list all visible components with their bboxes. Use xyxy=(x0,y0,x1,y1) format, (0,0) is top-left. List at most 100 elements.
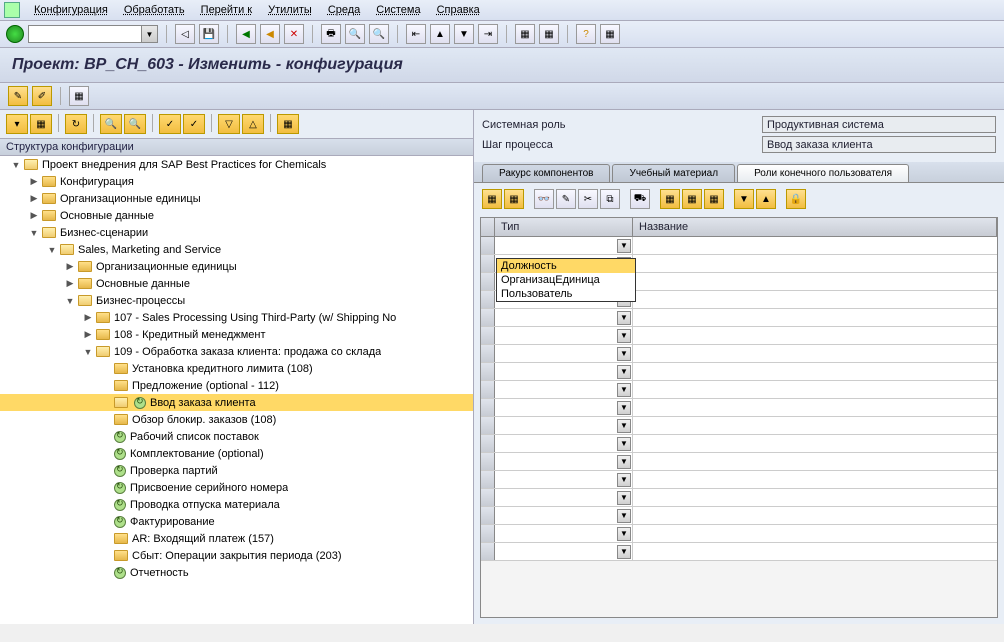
grid-row[interactable]: ▼ xyxy=(481,417,997,435)
grid-row[interactable]: ▼ xyxy=(481,309,997,327)
find-next-icon[interactable]: 🔍 xyxy=(369,24,389,44)
tree-node[interactable]: ▼Бизнес-сценарии xyxy=(0,224,473,241)
chevron-down-icon[interactable]: ▼ xyxy=(617,383,631,397)
row-selector[interactable] xyxy=(481,273,495,290)
name-cell[interactable] xyxy=(633,507,997,524)
tree-node[interactable]: ▼109 - Обработка заказа клиента: продажа… xyxy=(0,343,473,360)
tree-node[interactable]: ▶Организационные единицы xyxy=(0,258,473,275)
row-selector[interactable] xyxy=(481,543,495,560)
type-cell[interactable]: ▼ xyxy=(495,471,633,488)
row-selector[interactable] xyxy=(481,417,495,434)
chevron-down-icon[interactable]: ▼ xyxy=(617,437,631,451)
chevron-down-icon[interactable]: ▼ xyxy=(617,329,631,343)
tree-node[interactable]: Проводка отпуска материала xyxy=(0,496,473,513)
copy-row-icon[interactable]: ▦ xyxy=(704,189,724,209)
tree-node[interactable]: Рабочий список поставок xyxy=(0,428,473,445)
grid-row[interactable]: ▼ xyxy=(481,471,997,489)
type-cell[interactable]: ▼ xyxy=(495,489,633,506)
grid-row[interactable]: ▼ xyxy=(481,543,997,561)
sort-up-icon[interactable]: ▲ xyxy=(756,189,776,209)
filter-icon[interactable]: ▾ xyxy=(6,114,28,134)
edit-icon[interactable]: ✎ xyxy=(556,189,576,209)
deselect-icon[interactable]: ▦ xyxy=(504,189,524,209)
row-selector[interactable] xyxy=(481,471,495,488)
tree-node[interactable]: Комплектование (optional) xyxy=(0,445,473,462)
refresh-icon[interactable]: ↻ xyxy=(65,114,87,134)
grid-row[interactable]: ▼ xyxy=(481,345,997,363)
tree-node[interactable]: AR: Входящий платеж (157) xyxy=(0,530,473,547)
next-page-icon[interactable]: ▼ xyxy=(454,24,474,44)
type-cell[interactable]: ▼ xyxy=(495,345,633,362)
tree-node[interactable]: Сбыт: Операции закрытия периода (203) xyxy=(0,547,473,564)
menu-система[interactable]: Система xyxy=(368,2,428,18)
col-name[interactable]: Название xyxy=(633,218,997,236)
dropdown-option[interactable]: Пользователь xyxy=(497,287,635,301)
tree-toggle[interactable]: ▶ xyxy=(82,312,94,323)
expand-icon[interactable]: ▽ xyxy=(218,114,240,134)
type-cell[interactable]: ▼ xyxy=(495,237,633,254)
tree-node[interactable]: ▶Организационные единицы xyxy=(0,190,473,207)
tree-icon[interactable]: ⧉ xyxy=(600,189,620,209)
tree-node[interactable]: Проверка партий xyxy=(0,462,473,479)
row-selector[interactable] xyxy=(481,345,495,362)
command-field[interactable]: ▼ xyxy=(28,25,158,43)
tree-toggle[interactable]: ▶ xyxy=(82,329,94,340)
enter-icon[interactable] xyxy=(6,25,24,43)
row-selector[interactable] xyxy=(481,435,495,452)
name-cell[interactable] xyxy=(633,327,997,344)
app-menu-icon[interactable] xyxy=(4,2,20,18)
tree-node[interactable]: ▶Конфигурация xyxy=(0,173,473,190)
name-cell[interactable] xyxy=(633,291,997,308)
tree-toggle[interactable]: ▶ xyxy=(64,278,76,289)
role-grid[interactable]: Тип Название ▼▼▼▼▼▼▼▼▼▼▼▼▼▼▼▼▼▼ Должност… xyxy=(480,217,998,618)
row-selector[interactable] xyxy=(481,489,495,506)
tree-node[interactable]: ▶108 - Кредитный менеджмент xyxy=(0,326,473,343)
name-cell[interactable] xyxy=(633,345,997,362)
new-session-icon[interactable]: ▦ xyxy=(515,24,535,44)
grid-row[interactable]: ▼ xyxy=(481,327,997,345)
grid-row[interactable]: ▼ xyxy=(481,507,997,525)
row-selector[interactable] xyxy=(481,507,495,524)
find-tree-icon[interactable]: 🔍 xyxy=(100,114,122,134)
name-cell[interactable] xyxy=(633,399,997,416)
pencil-icon[interactable]: ✐ xyxy=(32,86,52,106)
tab-1[interactable]: Учебный материал xyxy=(612,164,735,182)
tree-toggle[interactable]: ▶ xyxy=(28,193,40,204)
menu-перейти к[interactable]: Перейти к xyxy=(193,2,260,18)
chevron-down-icon[interactable]: ▼ xyxy=(617,491,631,505)
type-cell[interactable]: ▼ xyxy=(495,363,633,380)
type-cell[interactable]: ▼ xyxy=(495,435,633,452)
tree-toggle[interactable]: ▼ xyxy=(82,347,94,357)
tree-node[interactable]: ▼Sales, Marketing and Service xyxy=(0,241,473,258)
name-cell[interactable] xyxy=(633,309,997,326)
chevron-down-icon[interactable]: ▼ xyxy=(617,419,631,433)
process-step-field[interactable]: Ввод заказа клиента xyxy=(762,136,996,153)
tree-node[interactable]: ▼Бизнес-процессы xyxy=(0,292,473,309)
type-cell[interactable]: ▼ xyxy=(495,453,633,470)
display-icon[interactable]: 👓 xyxy=(534,189,554,209)
name-cell[interactable] xyxy=(633,471,997,488)
row-selector[interactable] xyxy=(481,309,495,326)
lock-icon[interactable]: 🔒 xyxy=(786,189,806,209)
tab-0[interactable]: Ракурс компонентов xyxy=(482,164,610,182)
tree-node[interactable]: Обзор блокир. заказов (108) xyxy=(0,411,473,428)
grid-row[interactable]: ▼ xyxy=(481,489,997,507)
tree-node[interactable]: Фактурирование xyxy=(0,513,473,530)
first-page-icon[interactable]: ⇤ xyxy=(406,24,426,44)
type-cell[interactable]: ▼ xyxy=(495,417,633,434)
grid-row[interactable]: ▼ xyxy=(481,237,997,255)
grid-row[interactable]: ▼ xyxy=(481,399,997,417)
row-selector[interactable] xyxy=(481,291,495,308)
grid-row[interactable]: ▼ xyxy=(481,453,997,471)
type-cell[interactable]: ▼ xyxy=(495,507,633,524)
tree-toggle[interactable]: ▶ xyxy=(28,176,40,187)
name-cell[interactable] xyxy=(633,381,997,398)
menu-утилиты[interactable]: Утилиты xyxy=(260,2,320,18)
type-cell[interactable]: ▼ xyxy=(495,327,633,344)
tree-toggle[interactable]: ▼ xyxy=(46,245,58,255)
delete-row-icon[interactable]: ▦ xyxy=(682,189,702,209)
chevron-down-icon[interactable]: ▼ xyxy=(617,347,631,361)
tree-toggle[interactable]: ▼ xyxy=(64,296,76,306)
prev-page-icon[interactable]: ▲ xyxy=(430,24,450,44)
chevron-down-icon[interactable]: ▼ xyxy=(617,311,631,325)
